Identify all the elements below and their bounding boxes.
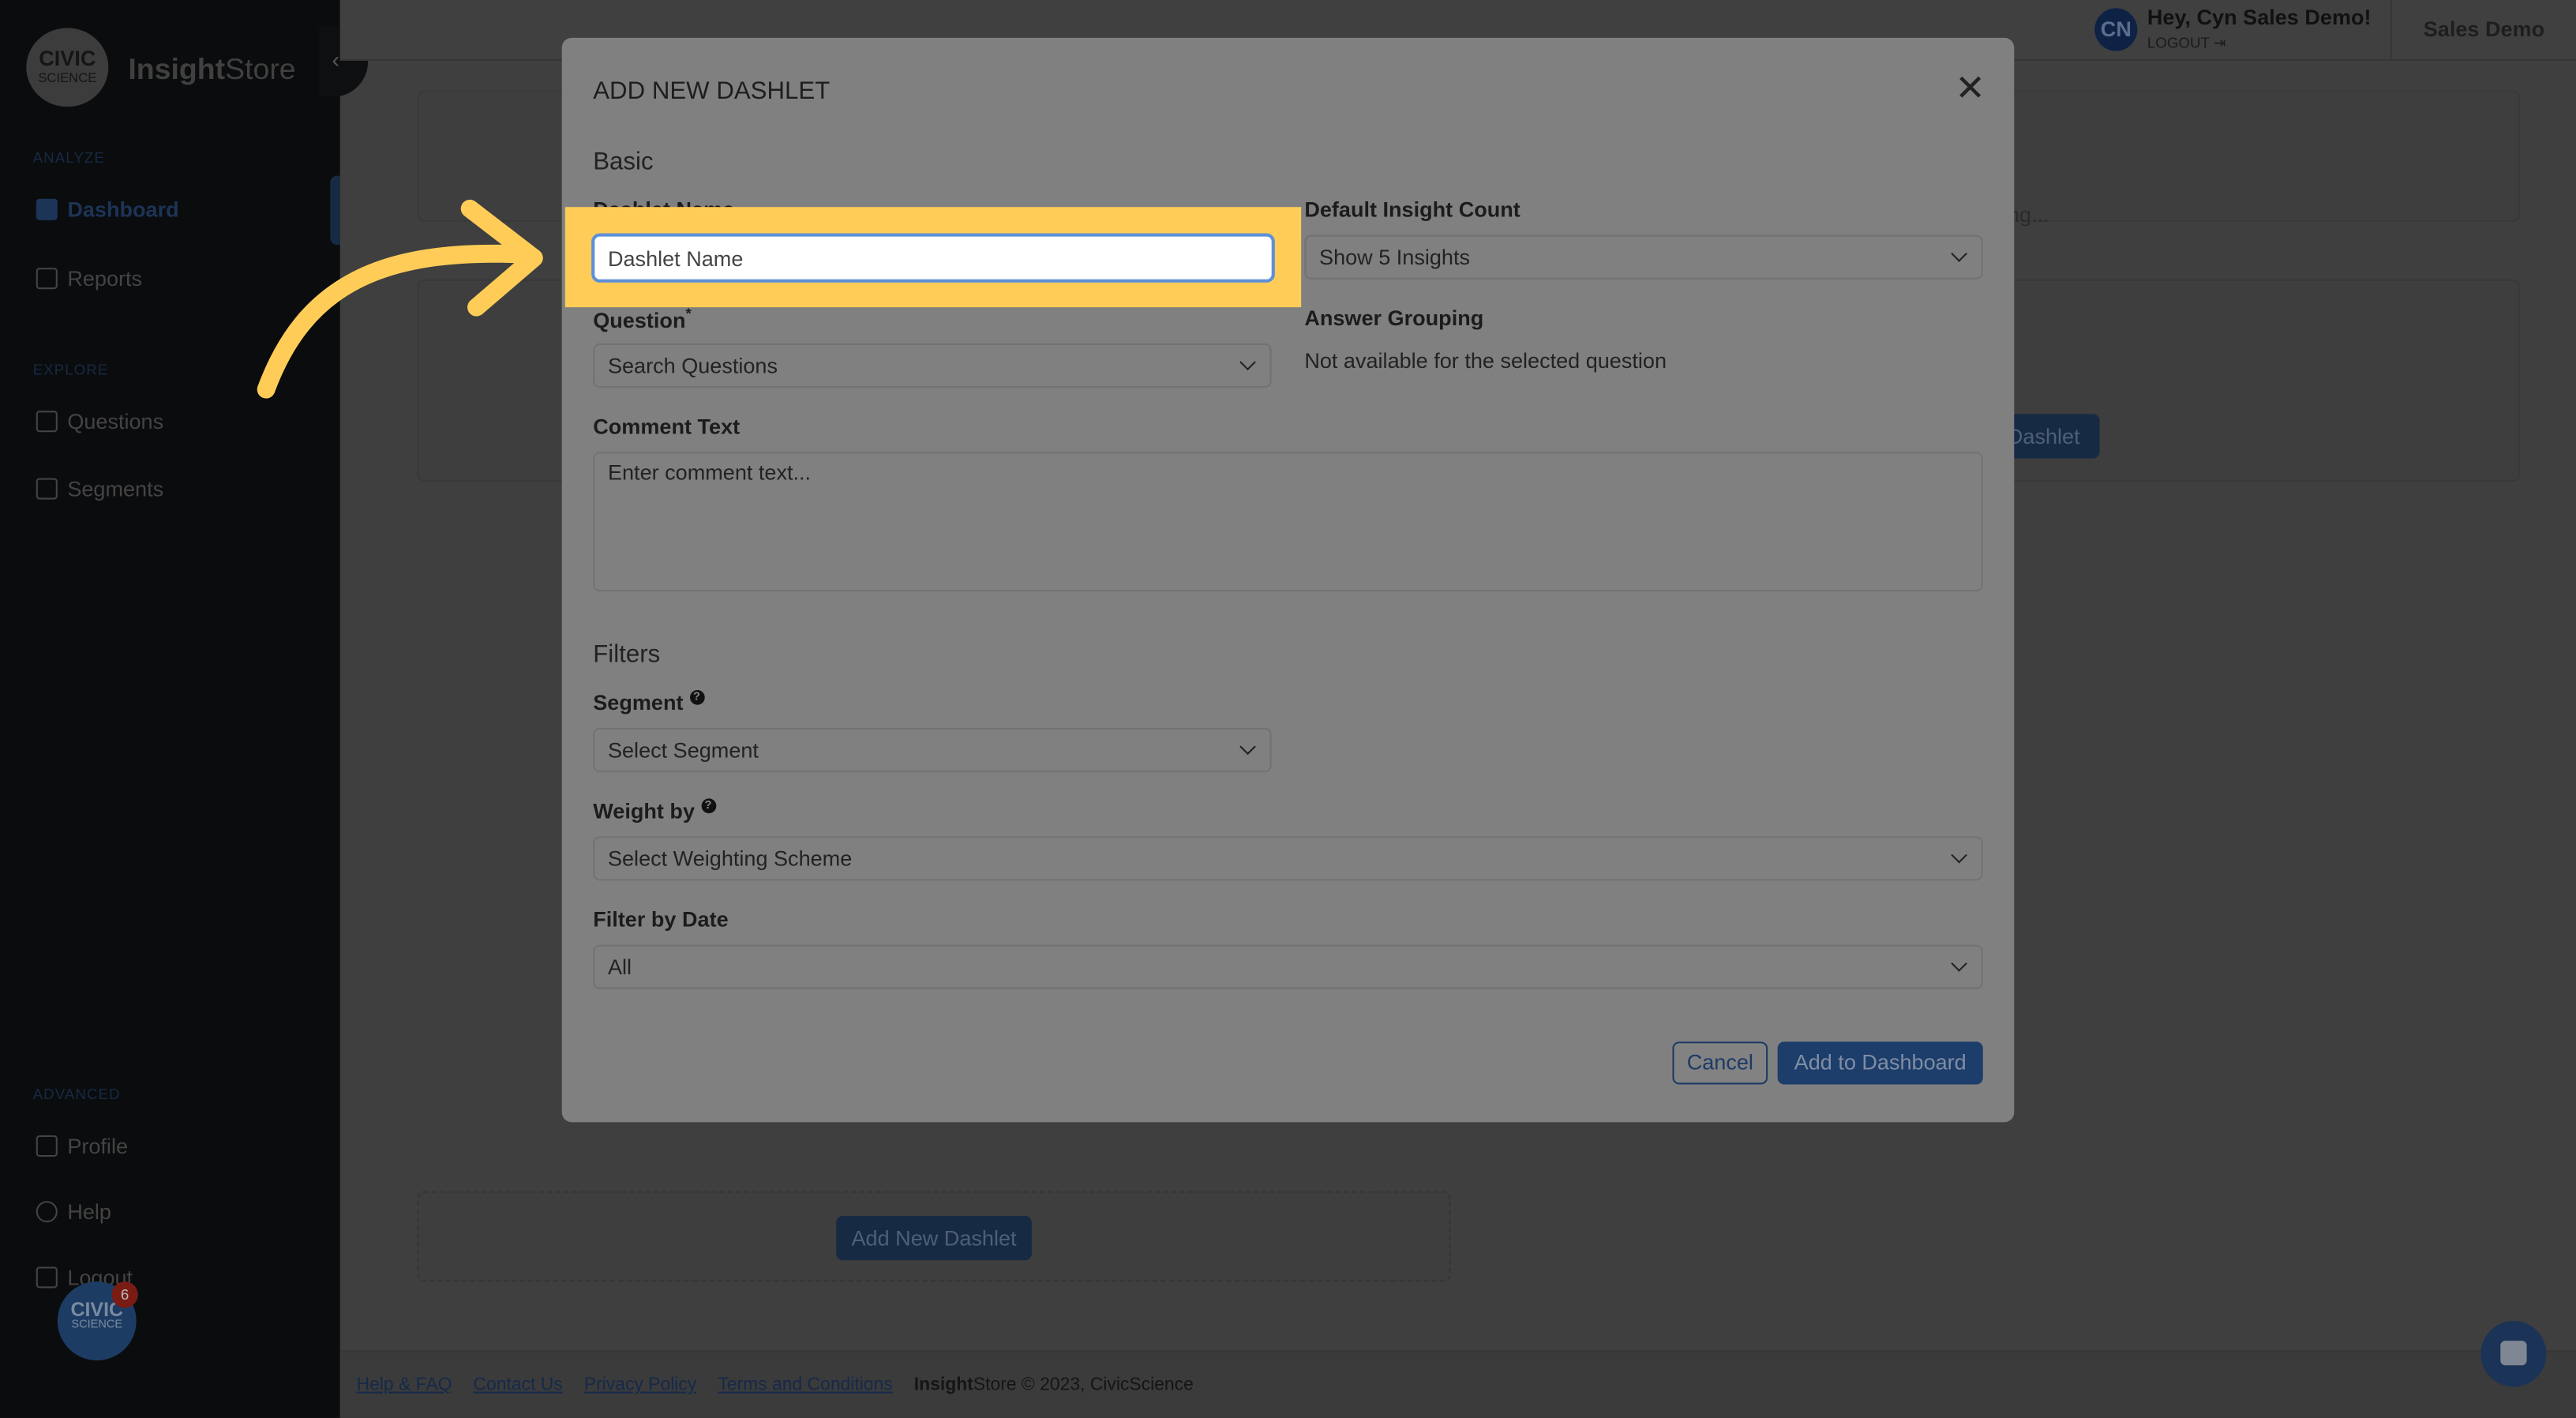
logout-label: LOGOUT [2147,34,2210,51]
modal-title: ADD NEW DASHLET [593,77,831,106]
section-filters: Filters [593,640,661,669]
insight-count-label: Default Insight Count [1304,197,1520,222]
greeting: Hey, Cyn Sales Demo! [2147,5,2372,30]
cancel-button[interactable]: Cancel [1672,1041,1768,1085]
chevron-down-icon [1951,846,1967,864]
segment-select[interactable]: Select Segment [593,727,1272,773]
brand-bold: Insight [128,52,226,86]
add-dashlet-modal: ADD NEW DASHLET ✕ Basic Dashlet Name Def… [561,37,2015,1123]
sidebar-item-profile[interactable]: Profile [36,1134,128,1158]
question-label: Question* [593,306,692,333]
comment-placeholder: Enter comment text... [607,460,812,485]
add-new-dashlet-button[interactable]: Add New Dashlet [836,1215,1032,1261]
sidebar-item-label: Help [67,1199,111,1225]
section-explore: EXPLORE [32,361,109,378]
comment-label: Comment Text [593,414,741,439]
comment-textarea[interactable]: Enter comment text... [593,452,1983,592]
dashlet-name-input[interactable] [591,233,1275,283]
chat-subtext: SCIENCE [71,1319,123,1331]
logout-link[interactable]: LOGOUT ⇥ [2147,35,2226,53]
chevron-left-icon: ‹ [332,46,340,73]
sidebar-item-label: Segments [67,476,164,501]
question-icon [36,411,58,433]
profile-icon [36,1135,58,1157]
pointer-arrow-icon [257,199,543,399]
segment-label: Segment ? [593,690,704,715]
sidebar-item-label: Profile [67,1133,129,1159]
section-basic: Basic [593,148,654,176]
civic-science-logo[interactable]: CIVIC SCIENCE [26,28,109,107]
segment-placeholder: Select Segment [607,737,759,763]
close-icon[interactable]: ✕ [1955,69,1985,107]
logout-icon [36,1266,58,1289]
question-select[interactable]: Search Questions [593,343,1272,388]
add-to-dashboard-button[interactable]: Add to Dashboard [1777,1041,1983,1085]
weight-placeholder: Select Weighting Scheme [607,846,853,871]
insight-count-select[interactable]: Show 5 Insights [1304,234,1983,279]
footer: Help & FAQ Contact Us Privacy Policy Ter… [339,1350,2576,1418]
question-placeholder: Search Questions [607,353,778,378]
footer-link-contact[interactable]: Contact Us [473,1375,562,1395]
help-icon[interactable]: ? [700,798,716,814]
logout-icon: ⇥ [2213,34,2226,51]
segment-label-text: Segment [593,690,684,715]
date-filter-select[interactable]: All [593,944,1983,989]
answer-grouping-value: Not available for the selected question [1304,348,1667,373]
support-chat-button[interactable] [2480,1321,2547,1387]
weight-label: Weight by ? [593,798,716,823]
brand-rest: Store [225,52,296,86]
copyright-brand: Insight [913,1375,973,1395]
section-advanced: ADVANCED [32,1086,121,1103]
date-filter-value: All [607,955,632,980]
account-name[interactable]: Sales Demo [2390,0,2576,61]
report-icon [36,268,58,290]
brand-name: InsightStore [128,53,295,88]
weight-select[interactable]: Select Weighting Scheme [593,836,1983,881]
insight-count-value: Show 5 Insights [1319,245,1471,270]
sidebar-item-questions[interactable]: Questions [36,409,163,433]
copyright-text: Store © 2023, CivicScience [973,1375,1194,1395]
sidebar-item-segments[interactable]: Segments [36,476,163,501]
chevron-down-icon [1239,738,1256,756]
sidebar-item-label: Reports [67,266,143,291]
sidebar-item-help[interactable]: Help [36,1199,111,1224]
sidebar-item-label: Dashboard [67,197,179,222]
footer-link-privacy[interactable]: Privacy Policy [584,1375,696,1395]
sidebar-item-label: Questions [67,409,164,434]
weight-label-text: Weight by [593,798,696,823]
notification-count-badge: 6 [111,1281,138,1308]
sidebar-item-reports[interactable]: Reports [36,266,142,291]
help-icon[interactable]: ? [689,690,704,705]
lifebuoy-icon [36,1201,58,1223]
footer-link-help[interactable]: Help & FAQ [357,1375,452,1395]
sidebar-item-dashboard[interactable]: Dashboard [36,197,179,222]
footer-link-terms[interactable]: Terms and Conditions [718,1375,892,1395]
date-filter-label: Filter by Date [593,906,729,932]
copyright: InsightStore © 2023, CivicScience [914,1375,1194,1395]
chevron-down-icon [1951,246,1967,262]
dashboard-icon [36,198,58,220]
section-analyze: ANALYZE [32,149,105,167]
segments-icon [36,478,58,500]
question-label-text: Question [593,307,686,333]
chevron-down-icon [1239,354,1256,371]
answer-grouping-label: Answer Grouping [1304,306,1484,331]
avatar[interactable]: CN [2094,8,2138,51]
chevron-down-icon [1951,955,1967,972]
